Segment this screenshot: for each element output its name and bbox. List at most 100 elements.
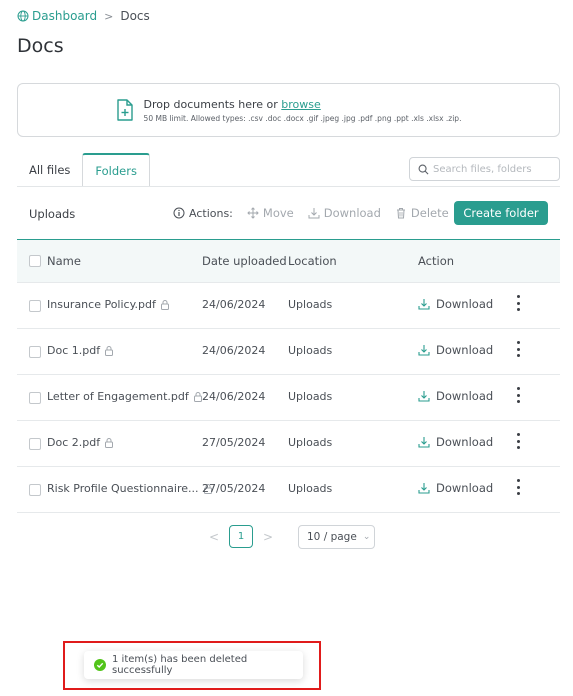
tab-folders[interactable]: Folders — [82, 153, 150, 187]
bulk-download-button[interactable]: Download — [308, 206, 381, 220]
download-button[interactable]: Download — [418, 481, 493, 495]
file-name: Doc 1.pdf — [47, 344, 101, 357]
row-checkbox[interactable] — [29, 346, 41, 358]
download-button[interactable]: Download — [418, 435, 493, 449]
lock-icon — [104, 345, 114, 356]
page-title: Docs — [17, 35, 64, 57]
file-add-icon — [116, 99, 134, 121]
download-button[interactable]: Download — [418, 343, 493, 357]
lock-icon — [160, 299, 170, 310]
file-name-cell[interactable]: Doc 2.pdf — [47, 436, 114, 449]
file-name-cell[interactable]: Insurance Policy.pdf — [47, 298, 170, 311]
info-icon — [173, 207, 185, 219]
file-location: Uploads — [288, 482, 333, 495]
more-options-icon[interactable] — [512, 477, 524, 497]
file-name-cell[interactable]: Letter of Engagement.pdf — [47, 390, 203, 403]
column-header-location[interactable]: Location — [288, 254, 337, 268]
create-folder-button[interactable]: Create folder — [454, 201, 548, 225]
column-header-name[interactable]: Name — [47, 254, 81, 268]
globe-icon — [17, 10, 29, 22]
table-row[interactable]: Doc 2.pdf 27/05/2024 Uploads Download — [17, 421, 560, 467]
file-location: Uploads — [288, 344, 333, 357]
more-options-icon[interactable] — [512, 431, 524, 451]
download-label: Download — [436, 297, 494, 311]
tab-divider — [17, 186, 560, 187]
row-checkbox[interactable] — [29, 300, 41, 312]
page-size-select[interactable]: 10 / page ⌄ — [298, 525, 375, 549]
toast-message: 1 item(s) has been deleted successfully — [112, 654, 248, 676]
file-name: Insurance Policy.pdf — [47, 298, 156, 311]
success-toast: 1 item(s) has been deleted successfully — [84, 651, 303, 679]
file-location: Uploads — [288, 298, 333, 311]
file-location: Uploads — [288, 390, 333, 403]
row-checkbox[interactable] — [29, 438, 41, 450]
download-label: Download — [436, 343, 494, 357]
bulk-download-label: Download — [323, 206, 381, 220]
breadcrumb-dashboard-link[interactable]: Dashboard — [32, 9, 97, 23]
download-icon — [418, 482, 436, 494]
breadcrumb-current: Docs — [120, 9, 150, 23]
column-header-action: Action — [418, 254, 455, 268]
tab-bar: All files Folders — [17, 153, 150, 187]
page-number-current[interactable]: 1 — [229, 525, 253, 548]
page-size-value: 10 / page — [307, 531, 357, 543]
more-options-icon[interactable] — [512, 293, 524, 313]
actions-label: Actions: — [173, 207, 233, 220]
download-label: Download — [436, 389, 494, 403]
table-header: Name Date uploaded Location Action — [17, 240, 560, 283]
column-header-date[interactable]: Date uploaded — [202, 254, 287, 268]
download-icon — [418, 390, 436, 402]
current-folder-title: Uploads — [29, 207, 76, 221]
breadcrumb: Dashboard > Docs — [17, 9, 150, 23]
more-options-icon[interactable] — [512, 385, 524, 405]
file-name-cell[interactable]: Doc 1.pdf — [47, 344, 114, 357]
upload-limits: 50 MB limit. Allowed types: .csv .doc .d… — [143, 113, 462, 123]
bulk-actions: Actions: Move Download Delete — [173, 206, 463, 220]
breadcrumb-separator: > — [104, 9, 114, 23]
pagination: < 1 > — [204, 525, 278, 548]
table-row[interactable]: Letter of Engagement.pdf 24/06/2024 Upload… — [17, 375, 560, 421]
download-label: Download — [436, 435, 494, 449]
file-name: Doc 2.pdf — [47, 436, 101, 449]
table-row[interactable]: Risk Profile Questionnaire... 27/05/2024 U… — [17, 467, 560, 513]
move-icon — [247, 207, 259, 219]
download-button[interactable]: Download — [418, 389, 493, 403]
move-label: Move — [262, 206, 294, 220]
search-input[interactable] — [433, 163, 551, 175]
search-box[interactable] — [409, 157, 560, 181]
download-icon — [308, 208, 320, 219]
date-uploaded: 27/05/2024 — [202, 482, 266, 495]
upload-dropzone[interactable]: Drop documents here or browse 50 MB limi… — [17, 83, 560, 137]
upload-prompt: Drop documents here or — [143, 97, 282, 111]
upload-instructions: Drop documents here or browse — [144, 98, 462, 111]
file-location: Uploads — [288, 436, 333, 449]
download-button[interactable]: Download — [418, 297, 493, 311]
more-options-icon[interactable] — [512, 339, 524, 359]
row-checkbox[interactable] — [29, 484, 41, 496]
lock-icon — [104, 437, 114, 448]
date-uploaded: 24/06/2024 — [202, 390, 266, 403]
date-uploaded: 24/06/2024 — [202, 344, 266, 357]
delete-button[interactable]: Delete — [395, 206, 449, 220]
next-page-button[interactable]: > — [258, 530, 278, 544]
download-icon — [418, 344, 436, 356]
download-label: Download — [436, 481, 494, 495]
delete-label: Delete — [410, 206, 449, 220]
prev-page-button[interactable]: < — [204, 530, 224, 544]
date-uploaded: 24/06/2024 — [202, 298, 266, 311]
table-row[interactable]: Insurance Policy.pdf 24/06/2024 Uploads Dow… — [17, 283, 560, 329]
select-all-checkbox[interactable] — [29, 255, 41, 267]
search-icon — [418, 160, 433, 179]
file-name-cell[interactable]: Risk Profile Questionnaire... — [47, 482, 213, 495]
download-icon — [418, 436, 436, 448]
move-button[interactable]: Move — [247, 206, 294, 220]
trash-icon — [396, 208, 405, 219]
file-name: Risk Profile Questionnaire... — [47, 482, 199, 495]
row-checkbox[interactable] — [29, 392, 41, 404]
chevron-down-icon: ⌄ — [362, 532, 371, 542]
table-row[interactable]: Doc 1.pdf 24/06/2024 Uploads Download — [17, 329, 560, 375]
tab-all-files[interactable]: All files — [17, 153, 82, 187]
file-name: Letter of Engagement.pdf — [47, 390, 189, 403]
date-uploaded: 27/05/2024 — [202, 436, 266, 449]
browse-link[interactable]: browse — [281, 98, 321, 111]
